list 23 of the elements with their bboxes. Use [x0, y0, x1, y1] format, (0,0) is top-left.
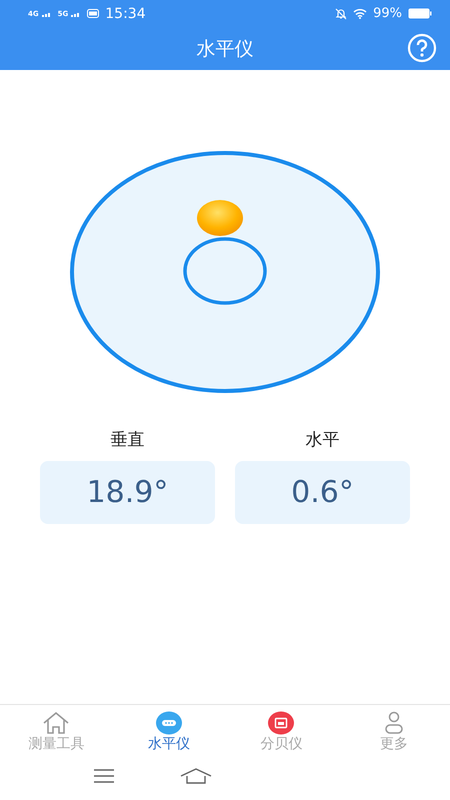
tab[interactable]: 水平仪 [112, 705, 225, 756]
tab[interactable]: 更多 [338, 705, 450, 756]
user-icon [382, 711, 405, 735]
tab[interactable]: 测量工具 [0, 705, 112, 756]
decibel-icon [268, 711, 294, 735]
clock: 15:34 [105, 6, 146, 22]
battery-percent: 99% [373, 6, 402, 21]
battery-icon [408, 8, 432, 19]
home-icon[interactable] [180, 768, 212, 784]
wifi-icon [353, 8, 368, 19]
reading-value: 0.6° [235, 461, 410, 524]
house-icon [41, 711, 72, 735]
page-title: 水平仪 [196, 36, 254, 62]
menu-icon[interactable] [92, 769, 115, 783]
mute-icon [335, 8, 348, 20]
reading-value: 18.9° [40, 461, 215, 524]
signal-icon [42, 10, 52, 16]
reading-label: 水平 [306, 429, 340, 451]
reading-label: 垂直 [110, 429, 144, 451]
help-icon[interactable] [407, 33, 437, 63]
signal-icon [71, 10, 82, 16]
level-icon [156, 711, 182, 735]
tab[interactable]: 分贝仪 [225, 705, 338, 756]
